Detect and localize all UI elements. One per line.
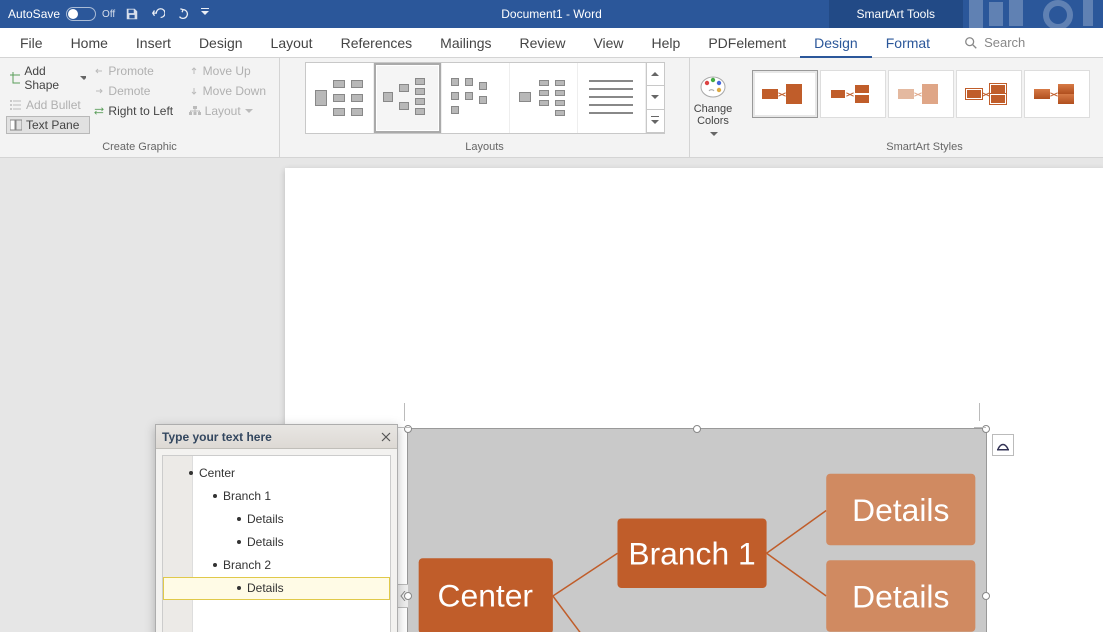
group-label: SmartArt Styles	[746, 139, 1103, 157]
node-details-1[interactable]: Details	[826, 474, 975, 546]
layout-option-1[interactable]	[306, 63, 374, 133]
style-option-5[interactable]	[1024, 70, 1090, 118]
layout-button: Layout	[185, 102, 273, 120]
tab-review[interactable]: Review	[506, 28, 580, 58]
move-down-button: Move Down	[185, 82, 273, 100]
ribbon: Add Shape Add Bullet Text Pane Promote	[0, 58, 1103, 158]
group-layouts: Layouts	[280, 58, 690, 157]
styles-gallery	[752, 70, 1090, 139]
tab-smartart-format[interactable]: Format	[872, 28, 944, 58]
search-icon	[964, 36, 978, 50]
svg-text:Branch 1: Branch 1	[628, 536, 755, 572]
text-pane-item[interactable]: Branch 2	[163, 554, 390, 577]
add-bullet-icon	[10, 99, 22, 111]
arrow-up-icon	[189, 66, 199, 76]
group-label: Create Graphic	[0, 139, 279, 157]
text-pane-item-selected[interactable]: Details	[163, 577, 390, 600]
document-title: Document1 - Word	[501, 7, 601, 21]
group-smartart-styles: SmartArt Styles	[746, 58, 1103, 157]
text-pane-button[interactable]: Text Pane	[6, 116, 90, 134]
text-pane-item[interactable]: Details	[163, 508, 390, 531]
gallery-spinner	[646, 63, 664, 133]
title-bar: AutoSave Off Document1 - Word SmartArt T…	[0, 0, 1103, 28]
layout-option-4[interactable]	[510, 63, 578, 133]
demote-button: Demote	[90, 82, 184, 100]
tab-references[interactable]: References	[327, 28, 427, 58]
quick-access-toolbar	[121, 5, 213, 24]
text-pane-icon	[10, 119, 22, 131]
change-colors-button[interactable]: Change Colors	[690, 58, 736, 157]
autosave-toggle[interactable]	[66, 7, 96, 21]
group-create-graphic: Add Shape Add Bullet Text Pane Promote	[0, 58, 280, 157]
layouts-gallery	[305, 62, 665, 134]
layout-option-2-selected[interactable]	[374, 63, 442, 133]
group-change-colors: Change Colors	[690, 58, 746, 157]
node-center[interactable]: Center	[419, 558, 553, 632]
text-pane-title: Type your text here	[162, 430, 272, 444]
undo-icon[interactable]	[151, 7, 165, 21]
layout-option-5[interactable]	[578, 63, 646, 133]
svg-text:Center: Center	[438, 577, 534, 613]
smartart-object[interactable]: Center Branch 1 Branch 2 Details Details…	[407, 428, 987, 632]
text-pane-item[interactable]: Center	[163, 462, 390, 485]
arrow-down-icon	[189, 86, 199, 96]
gallery-up-button[interactable]	[647, 63, 664, 86]
layout-options-button[interactable]	[992, 434, 1014, 456]
tab-layout[interactable]: Layout	[257, 28, 327, 58]
document-area[interactable]: Center Branch 1 Branch 2 Details Details…	[0, 158, 1103, 632]
tab-home[interactable]: Home	[57, 28, 122, 58]
add-bullet-button: Add Bullet	[6, 96, 90, 114]
contextual-tab-header: SmartArt Tools	[829, 0, 963, 28]
close-button[interactable]	[381, 429, 391, 445]
style-option-2[interactable]	[820, 70, 886, 118]
tab-design[interactable]: Design	[185, 28, 257, 58]
arrow-left-icon	[94, 66, 104, 76]
close-icon	[381, 432, 391, 442]
smartart-text-pane[interactable]: Type your text here Center Branch 1 Deta…	[155, 424, 398, 632]
arrow-right-icon	[94, 86, 104, 96]
svg-text:Details: Details	[852, 492, 949, 528]
rtl-icon	[94, 106, 104, 116]
ribbon-tabs: File Home Insert Design Layout Reference…	[0, 28, 1103, 58]
tab-smartart-design[interactable]: Design	[800, 28, 872, 58]
group-label: Layouts	[280, 139, 689, 157]
layout-option-3[interactable]	[442, 63, 510, 133]
dropdown-icon	[245, 107, 253, 115]
text-pane-list[interactable]: Center Branch 1 Details Details Branch 2…	[162, 455, 391, 632]
dropdown-icon	[80, 74, 87, 82]
gallery-down-button[interactable]	[647, 86, 664, 109]
tab-pdfelement[interactable]: PDFelement	[694, 28, 800, 58]
autosave-state: Off	[102, 9, 115, 20]
smartart-canvas: Center Branch 1 Branch 2 Details Details…	[408, 429, 986, 632]
move-up-button: Move Up	[185, 62, 273, 80]
palette-icon	[699, 75, 727, 99]
add-shape-icon	[10, 72, 20, 84]
save-icon[interactable]	[125, 7, 139, 21]
tab-view[interactable]: View	[579, 28, 637, 58]
text-pane-item[interactable]: Branch 1	[163, 485, 390, 508]
search-placeholder: Search	[984, 35, 1025, 50]
text-pane-item[interactable]: Details	[163, 531, 390, 554]
text-pane-header[interactable]: Type your text here	[156, 425, 397, 449]
add-shape-button[interactable]: Add Shape	[6, 62, 90, 94]
right-to-left-button[interactable]: Right to Left	[90, 102, 184, 120]
node-branch-1[interactable]: Branch 1	[617, 518, 766, 588]
redo-icon[interactable]	[176, 7, 190, 21]
style-option-3[interactable]	[888, 70, 954, 118]
gallery-more-button[interactable]	[647, 110, 664, 133]
svg-text:Details: Details	[852, 578, 949, 614]
tab-insert[interactable]: Insert	[122, 28, 185, 58]
style-option-1-selected[interactable]	[752, 70, 818, 118]
tab-mailings[interactable]: Mailings	[426, 28, 505, 58]
style-option-4[interactable]	[956, 70, 1022, 118]
tab-file[interactable]: File	[6, 28, 57, 58]
tab-help[interactable]: Help	[638, 28, 695, 58]
search-box[interactable]: Search	[964, 35, 1025, 50]
qat-customize-icon[interactable]	[201, 5, 209, 19]
layout-icon	[189, 106, 201, 116]
autosave-label: AutoSave	[8, 7, 60, 21]
node-details-2[interactable]: Details	[826, 560, 975, 632]
promote-button: Promote	[90, 62, 184, 80]
